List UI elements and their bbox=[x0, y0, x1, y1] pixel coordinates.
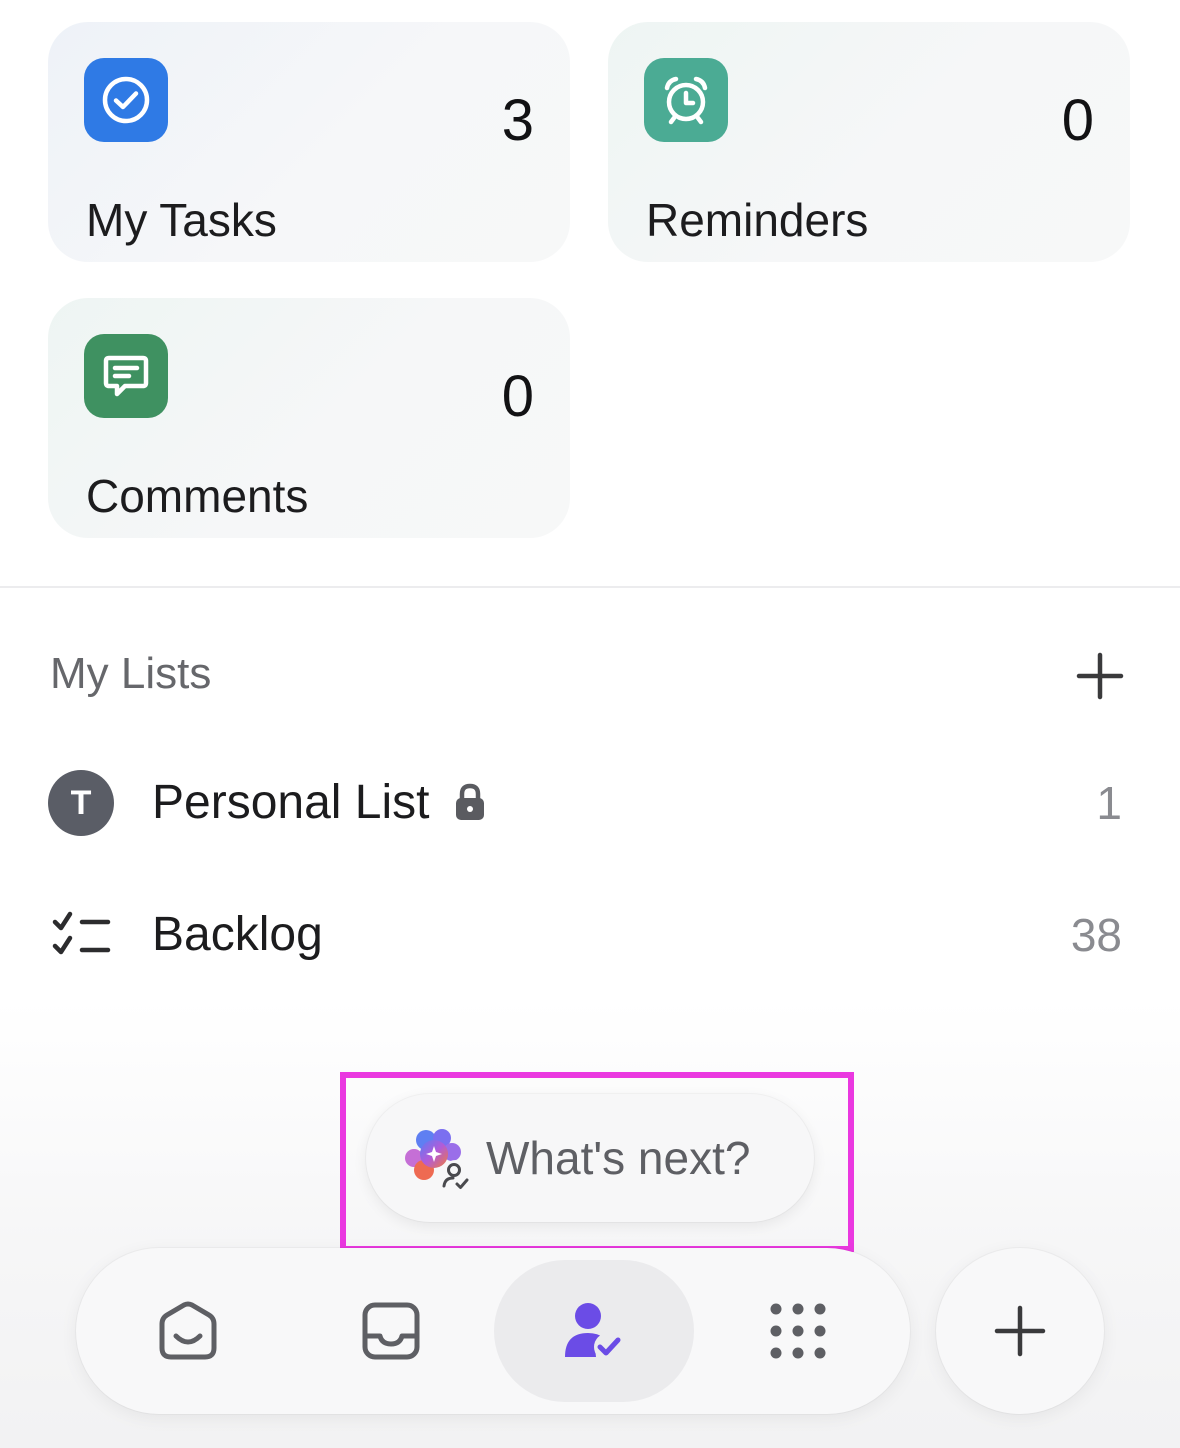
list-item-count: 1 bbox=[1096, 777, 1122, 829]
reminders-label: Reminders bbox=[646, 194, 869, 246]
my-tasks-count: 3 bbox=[501, 88, 534, 153]
list-item-label: Backlog bbox=[152, 908, 323, 961]
checklist-icon bbox=[52, 911, 111, 955]
comments-card[interactable]: 0 Comments bbox=[48, 298, 570, 538]
user-check-icon bbox=[565, 1303, 622, 1361]
my-tasks-label: My Tasks bbox=[86, 194, 277, 246]
list-item-backlog[interactable]: Backlog 38 bbox=[0, 880, 1180, 990]
list-item-count: 38 bbox=[1070, 909, 1122, 961]
comments-label: Comments bbox=[86, 470, 309, 522]
lock-icon bbox=[456, 783, 484, 820]
nav-home[interactable] bbox=[88, 1260, 288, 1402]
home-icon bbox=[159, 1301, 217, 1360]
my-lists-title: My Lists bbox=[50, 649, 212, 698]
nav-more[interactable] bbox=[698, 1260, 898, 1402]
comments-count: 0 bbox=[501, 364, 534, 429]
comment-icon bbox=[84, 334, 168, 418]
bottom-nav bbox=[76, 1248, 910, 1414]
highlight-box bbox=[340, 1072, 854, 1252]
plus-icon bbox=[1076, 652, 1124, 700]
nav-inbox[interactable] bbox=[291, 1260, 491, 1402]
plus-icon bbox=[994, 1305, 1046, 1357]
app-screen: 3 My Tasks 0 Reminders 0 Comments My Lis… bbox=[0, 0, 1180, 1448]
nav-my-work[interactable] bbox=[494, 1260, 694, 1402]
inbox-icon bbox=[362, 1302, 420, 1360]
reminders-card[interactable]: 0 Reminders bbox=[608, 22, 1130, 262]
reminders-count: 0 bbox=[1061, 88, 1094, 153]
add-list-button[interactable] bbox=[1072, 648, 1128, 704]
my-tasks-card[interactable]: 3 My Tasks bbox=[48, 22, 570, 262]
create-button[interactable] bbox=[936, 1248, 1104, 1414]
list-item-label: Personal List bbox=[152, 776, 430, 829]
avatar: T bbox=[48, 770, 114, 836]
grid-dots-icon bbox=[770, 1303, 826, 1359]
alarm-clock-icon bbox=[644, 58, 728, 142]
list-item-personal-list[interactable]: T Personal List 1 bbox=[0, 748, 1180, 858]
check-circle-icon bbox=[84, 58, 168, 142]
section-divider bbox=[0, 586, 1180, 588]
